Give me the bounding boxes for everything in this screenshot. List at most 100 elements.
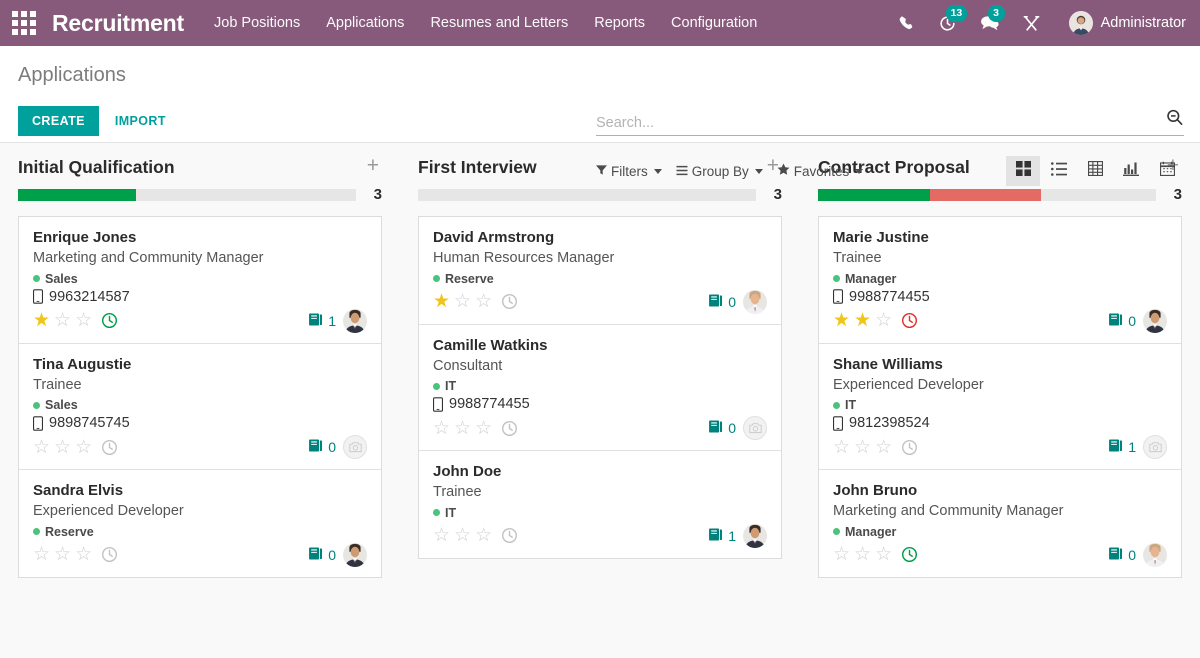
tag-badge[interactable]: Reserve [33, 525, 367, 539]
priority-star[interactable]: ☆ [875, 438, 892, 457]
menu-item-resumes-and-letters[interactable]: Resumes and Letters [430, 15, 568, 31]
documents-counter[interactable]: 1 [708, 527, 736, 545]
filters-dropdown[interactable]: Filters [596, 164, 662, 179]
phone-number-row: 9988774455 [833, 289, 1167, 305]
priority-star[interactable]: ☆ [75, 545, 92, 564]
activity-clock-icon[interactable] [101, 546, 118, 563]
tag-badge[interactable]: IT [833, 398, 1167, 412]
tag-badge[interactable]: Manager [833, 525, 1167, 539]
tag-badge[interactable]: Reserve [433, 272, 767, 286]
search-input[interactable] [596, 115, 1165, 131]
documents-counter[interactable]: 1 [1108, 438, 1136, 456]
app-brand-title[interactable]: Recruitment [52, 10, 184, 37]
search-bar [596, 110, 1184, 136]
kanban-card[interactable]: Enrique JonesMarketing and Community Man… [19, 217, 381, 344]
avatar [1143, 543, 1167, 567]
phone-number-row: 9963214587 [33, 289, 367, 305]
priority-star[interactable]: ★ [854, 311, 871, 330]
kanban-card[interactable]: Sandra ElvisExperienced DeveloperReserve… [19, 470, 381, 577]
tag-badge[interactable]: Sales [33, 398, 367, 412]
priority-star[interactable]: ☆ [54, 545, 71, 564]
priority-star[interactable]: ☆ [33, 438, 50, 457]
calendar-view-button[interactable] [1150, 156, 1184, 186]
menu-item-job-positions[interactable]: Job Positions [214, 15, 300, 31]
kanban-view-button[interactable] [1006, 156, 1040, 186]
favorites-dropdown[interactable]: Favorites [777, 163, 864, 179]
priority-star[interactable]: ☆ [33, 545, 50, 564]
user-menu[interactable]: Administrator [1069, 11, 1186, 35]
messages-icon[interactable]: 3 [979, 12, 1001, 34]
pivot-view-button[interactable] [1078, 156, 1112, 186]
priority-star[interactable]: ☆ [433, 526, 450, 545]
menu-item-reports[interactable]: Reports [594, 15, 645, 31]
priority-star[interactable]: ☆ [854, 438, 871, 457]
priority-star[interactable]: ☆ [454, 292, 471, 311]
priority-star[interactable]: ☆ [75, 311, 92, 330]
search-icon[interactable] [1165, 108, 1184, 132]
priority-star[interactable]: ☆ [454, 419, 471, 438]
avatar-placeholder [343, 435, 367, 459]
activity-clock-icon[interactable] [901, 312, 918, 329]
activity-clock-icon[interactable] [101, 312, 118, 329]
priority-star[interactable]: ☆ [475, 526, 492, 545]
candidate-name: John Doe [433, 462, 767, 482]
priority-star[interactable]: ☆ [54, 438, 71, 457]
menu-item-configuration[interactable]: Configuration [671, 15, 757, 31]
priority-star[interactable]: ☆ [833, 438, 850, 457]
progress-bar[interactable] [18, 189, 356, 201]
card-footer: ☆☆☆1 [833, 434, 1167, 460]
tag-badge[interactable]: Sales [33, 272, 367, 286]
group-by-dropdown[interactable]: Group By [676, 164, 763, 179]
progress-bar[interactable] [418, 189, 756, 201]
card-footer: ☆☆☆0 [33, 542, 367, 568]
column-progress-row: 3 [418, 186, 782, 203]
kanban-card[interactable]: Camille WatkinsConsultantIT9988774455☆☆☆… [419, 325, 781, 452]
kanban-card[interactable]: Shane WilliamsExperienced DeveloperIT981… [819, 344, 1181, 471]
activity-clock-icon[interactable] [501, 527, 518, 544]
priority-star[interactable]: ☆ [454, 526, 471, 545]
list-view-button[interactable] [1042, 156, 1076, 186]
priority-star[interactable]: ☆ [475, 292, 492, 311]
activity-clock-icon[interactable] [501, 293, 518, 310]
priority-star[interactable]: ☆ [75, 438, 92, 457]
activity-clock-icon[interactable] [901, 439, 918, 456]
priority-star[interactable]: ☆ [475, 419, 492, 438]
apps-grid-icon[interactable] [12, 11, 36, 35]
priority-star[interactable]: ☆ [433, 419, 450, 438]
activity-clock-icon[interactable] [101, 439, 118, 456]
activity-clock-icon[interactable] [501, 420, 518, 437]
kanban-card[interactable]: John DoeTraineeIT☆☆☆1 [419, 451, 781, 558]
menu-item-applications[interactable]: Applications [326, 15, 404, 31]
priority-star[interactable]: ☆ [833, 545, 850, 564]
tag-badge[interactable]: IT [433, 379, 767, 393]
documents-counter[interactable]: 1 [308, 312, 336, 330]
progress-bar[interactable] [818, 189, 1156, 201]
phone-icon[interactable] [895, 12, 917, 34]
documents-counter[interactable]: 0 [308, 438, 336, 456]
import-button[interactable]: IMPORT [109, 106, 172, 136]
graph-view-button[interactable] [1114, 156, 1148, 186]
activity-clock-icon[interactable]: 13 [937, 12, 959, 34]
documents-counter[interactable]: 0 [1108, 546, 1136, 564]
priority-star[interactable]: ★ [833, 311, 850, 330]
tag-badge[interactable]: Manager [833, 272, 1167, 286]
documents-counter[interactable]: 0 [708, 419, 736, 437]
kanban-card[interactable]: David ArmstrongHuman Resources ManagerRe… [419, 217, 781, 325]
developer-tools-icon[interactable] [1021, 12, 1043, 34]
priority-star[interactable]: ☆ [875, 545, 892, 564]
documents-counter[interactable]: 0 [308, 546, 336, 564]
create-button[interactable]: CREATE [18, 106, 99, 136]
documents-counter[interactable]: 0 [1108, 312, 1136, 330]
priority-star[interactable]: ☆ [875, 311, 892, 330]
priority-star[interactable]: ★ [433, 292, 450, 311]
kanban-card[interactable]: Tina AugustieTraineeSales9898745745☆☆☆0 [19, 344, 381, 471]
add-card-button[interactable]: + [364, 157, 382, 174]
activity-clock-icon[interactable] [901, 546, 918, 563]
tag-badge[interactable]: IT [433, 506, 767, 520]
kanban-card[interactable]: John BrunoMarketing and Community Manage… [819, 470, 1181, 577]
priority-star[interactable]: ☆ [854, 545, 871, 564]
priority-star[interactable]: ☆ [54, 311, 71, 330]
priority-star[interactable]: ★ [33, 311, 50, 330]
kanban-card[interactable]: Marie JustineTraineeManager9988774455★★☆… [819, 217, 1181, 344]
documents-counter[interactable]: 0 [708, 293, 736, 311]
